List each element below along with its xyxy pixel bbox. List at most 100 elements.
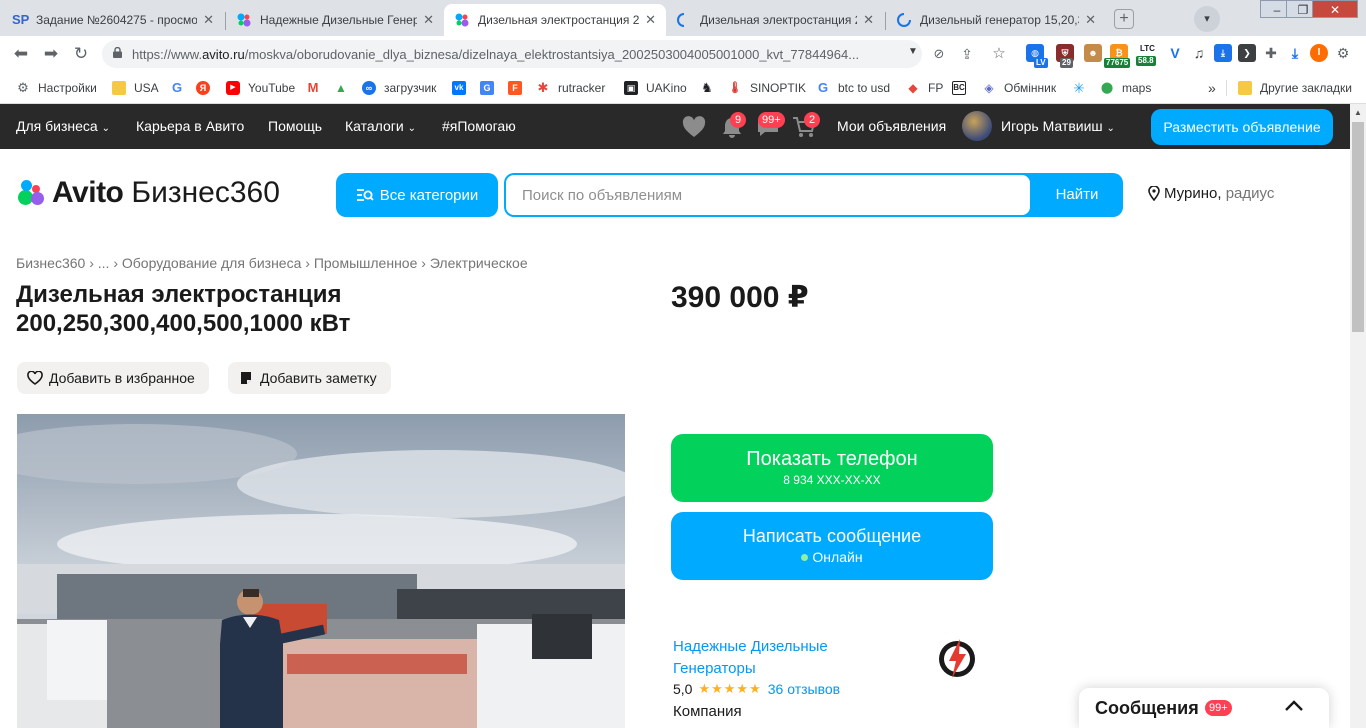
bookmark-loader[interactable]: ∞ загрузчик — [362, 79, 436, 97]
write-message-button[interactable]: Написать сообщение Онлайн — [671, 512, 993, 580]
bookmark-fp[interactable]: ◆ FP — [906, 79, 943, 97]
bookmark-drive[interactable]: ▲ — [334, 79, 356, 97]
add-favorite-button[interactable]: Добавить в избранное — [17, 362, 209, 394]
extension-arrow-icon[interactable]: ❯ — [1238, 44, 1256, 62]
bookmark-yandex[interactable]: Я — [196, 79, 218, 97]
listing-price: 390 000 ₽ — [671, 281, 809, 314]
site-blocked-icon[interactable]: ⊘ — [928, 44, 950, 64]
scroll-up-arrow-icon[interactable]: ▲ — [1354, 108, 1362, 117]
nav-help[interactable]: Помощь — [268, 118, 322, 134]
google-icon: G — [817, 80, 829, 95]
extension-gear-icon[interactable]: ⚙ — [1334, 44, 1352, 62]
location-selector[interactable]: Мурино, радиус — [1148, 185, 1274, 202]
bookmark-youtube[interactable]: ▶ YouTube — [226, 79, 295, 97]
extension-face-icon[interactable]: ☻ — [1084, 44, 1102, 62]
share-icon[interactable]: ⇪ — [956, 44, 978, 64]
breadcrumb-item[interactable]: Промышленное — [314, 255, 418, 271]
site-header: Для бизнеса ⌄ Карьера в Авито Помощь Кат… — [0, 104, 1350, 149]
gmail-icon: M — [307, 80, 319, 95]
messages-badge: 99+ — [758, 112, 785, 128]
favorites-heart-icon[interactable] — [682, 116, 706, 138]
search-submit-button[interactable]: Найти — [1031, 173, 1123, 217]
sparkle-icon: ✳ — [1073, 80, 1085, 96]
bookmark-other-folder[interactable]: Другие закладки — [1238, 79, 1352, 97]
bookmark-maps[interactable]: ⬤ maps — [1100, 79, 1152, 97]
page-scrollbar[interactable]: ▲ — [1350, 104, 1366, 728]
bookmark-bc[interactable]: BC — [952, 79, 974, 97]
bookmark-f[interactable]: F — [508, 79, 530, 97]
note-icon — [241, 372, 251, 384]
close-tab-icon[interactable]: ✕ — [1085, 12, 1096, 28]
nav-catalogs[interactable]: Каталоги ⌄ — [345, 118, 416, 134]
bookmark-btc[interactable]: Gbtc to usd — [816, 79, 890, 97]
address-bar[interactable]: https://www.avito.ru/moskva/oborudovanie… — [102, 40, 922, 68]
close-tab-icon[interactable]: ✕ — [645, 12, 656, 28]
reviews-link[interactable]: 36 отзывов — [768, 681, 840, 697]
vk-icon: vk — [452, 81, 466, 95]
messages-panel[interactable]: Сообщения 99+ — [1079, 688, 1329, 728]
chevron-up-icon[interactable] — [1283, 698, 1305, 714]
browser-tab[interactable]: Надежные Дизельные Генераторы ✕ — [226, 4, 444, 36]
browser-tab[interactable]: SP Задание №2604275 - просмотр ✕ — [2, 4, 224, 36]
browser-tab[interactable]: Дизельная электростанция 200,250 ✕ — [666, 4, 884, 36]
browser-tab-active[interactable]: Дизельная электростанция 200,250 ✕ — [444, 4, 666, 36]
scrollbar-thumb[interactable] — [1352, 122, 1364, 332]
listing-photo[interactable] — [17, 414, 625, 728]
profile-avatar[interactable]: I — [1310, 44, 1328, 62]
folder-icon — [1238, 81, 1252, 95]
breadcrumb-item[interactable]: Оборудование для бизнеса — [122, 255, 301, 271]
extension-v-icon[interactable]: V — [1166, 44, 1184, 62]
nav-business[interactable]: Для бизнеса ⌄ — [16, 118, 110, 134]
breadcrumb-item[interactable]: Электрическое — [430, 255, 528, 271]
bookmark-star[interactable]: ✳ — [1072, 79, 1094, 97]
bookmark-translate[interactable]: G — [480, 79, 502, 97]
bookmark-settings[interactable]: ⚙ Настройки — [16, 79, 97, 97]
bookmarks-overflow-icon[interactable]: » — [1208, 79, 1216, 97]
bookmark-folder-usa[interactable]: USA — [112, 79, 159, 97]
new-tab-button[interactable]: + — [1114, 9, 1134, 29]
back-arrow-icon[interactable]: ⬅ — [10, 44, 32, 64]
close-tab-icon[interactable]: ✕ — [203, 12, 214, 28]
listing-title: Дизельная электростанция 200,250,300,400… — [16, 281, 351, 337]
nav-career[interactable]: Карьера в Авито — [136, 118, 244, 134]
seller-logo-lightning-icon[interactable] — [936, 636, 978, 680]
bookmark-gmail[interactable]: M — [306, 79, 328, 97]
bookmark-sinoptik[interactable]: 🌡 SINOPTIK — [728, 79, 806, 97]
bookmark-uakino[interactable]: ▣ UAKino — [624, 79, 687, 97]
search-input[interactable] — [506, 175, 1030, 215]
browser-tab-title: Задание №2604275 - просмотр — [36, 13, 198, 27]
show-phone-button[interactable]: Показать телефон 8 934 XXX-XX-XX — [671, 434, 993, 502]
post-ad-button[interactable]: Разместить объявление — [1151, 109, 1333, 145]
breadcrumb-item[interactable]: Бизнес360 — [16, 255, 85, 271]
add-note-button[interactable]: Добавить заметку — [228, 362, 391, 394]
downloads-icon[interactable]: ⤓ — [1286, 44, 1304, 62]
bookmark-exchanger[interactable]: ◈ Обмінник — [982, 79, 1056, 97]
extension-music-icon[interactable]: ♫ — [1190, 44, 1208, 62]
nav-i-help[interactable]: #яПомогаю — [442, 118, 516, 134]
tab-search-chevron-icon[interactable]: ▾ — [1194, 6, 1220, 32]
url-dropdown-icon[interactable]: ▼ — [908, 46, 918, 57]
close-window-button[interactable]: ✕ — [1312, 0, 1358, 18]
bookmark-divider — [1226, 80, 1227, 96]
reload-icon[interactable]: ↻ — [70, 44, 92, 64]
bookmark-vk[interactable]: vk — [452, 79, 474, 97]
user-avatar[interactable] — [962, 111, 992, 141]
bookmark-rutracker[interactable]: ✱ rutracker — [536, 79, 606, 97]
close-tab-icon[interactable]: ✕ — [423, 12, 434, 28]
forward-arrow-icon[interactable]: ➡ — [40, 44, 62, 64]
user-menu[interactable]: Игорь Матвииш ⌄ — [1001, 118, 1115, 134]
bookmarks-bar: ⚙ Настройки USA G Я ▶ YouTube M ▲ ∞ загрузч… — [0, 72, 1366, 104]
avito-logo[interactable]: Avito Бизнес360 — [16, 175, 280, 211]
close-tab-icon[interactable]: ✕ — [863, 12, 874, 28]
breadcrumb-item[interactable]: ... — [98, 255, 110, 271]
extension-download-icon[interactable]: ⤓ — [1214, 44, 1232, 62]
extensions-puzzle-icon[interactable]: ✚ — [1262, 44, 1280, 62]
bookmark-star-icon[interactable]: ☆ — [988, 44, 1010, 64]
all-categories-button[interactable]: Все категории — [336, 173, 498, 217]
my-ads-link[interactable]: Мои объявления — [837, 118, 946, 134]
logo-word: Avito — [52, 176, 124, 209]
bookmark-chess[interactable]: ♞ — [700, 79, 722, 97]
seller-name-link[interactable]: Надежные Дизельные Генераторы — [673, 636, 903, 680]
browser-tab[interactable]: Дизельный генератор 15,20,30 ✕ — [886, 4, 1106, 36]
bookmark-google[interactable]: G — [170, 79, 192, 97]
